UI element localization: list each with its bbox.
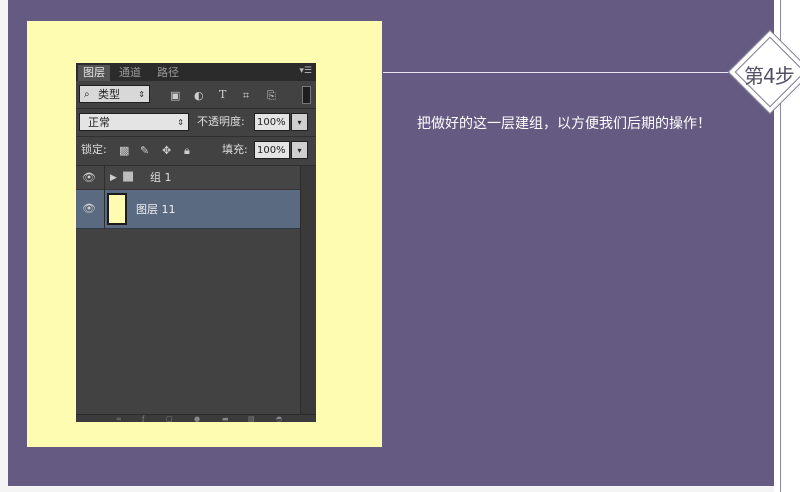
opacity-dropdown-icon[interactable]: ▾ xyxy=(291,113,308,131)
step-description: 把做好的这一层建组，以方便我们后期的操作！ xyxy=(417,116,711,132)
opacity-label: 不透明度: xyxy=(197,115,245,128)
type-filter-icon[interactable]: T xyxy=(219,88,226,102)
lock-label: 锁定: xyxy=(81,143,107,156)
tab-layers[interactable]: 图层 xyxy=(78,65,110,81)
lock-move-icon[interactable]: ✥ xyxy=(162,144,171,158)
eye-icon[interactable]: 👁︎ xyxy=(82,202,96,215)
shape-filter-icon[interactable]: ⌗ xyxy=(243,89,249,103)
eye-icon[interactable]: 👁︎ xyxy=(82,171,96,184)
fill-input[interactable]: 100% xyxy=(254,141,290,159)
adjustment-filter-icon[interactable]: ◐ xyxy=(194,89,204,103)
stepper-arrows-icon: ⇕ xyxy=(138,90,145,99)
blend-row: 正常 ⇕ 不透明度: 100% ▾ xyxy=(76,111,316,135)
blend-mode-select[interactable]: 正常 ⇕ xyxy=(79,113,189,131)
fill-label: 填充: xyxy=(222,143,248,156)
divider xyxy=(76,136,316,137)
delete-icon[interactable]: ◓ xyxy=(276,415,282,422)
lock-pixels-icon[interactable]: ▩ xyxy=(119,144,129,158)
link-icon[interactable]: ∞ xyxy=(116,415,122,422)
blend-mode-value: 正常 xyxy=(88,116,110,129)
visibility-divider xyxy=(104,166,105,190)
fx-icon[interactable]: ƒ xyxy=(142,415,144,422)
fill-dropdown-icon[interactable]: ▾ xyxy=(291,141,308,159)
smart-object-filter-icon[interactable]: ⎘ xyxy=(267,89,276,103)
filter-kind-select[interactable]: ⌕ 类型 ⇕ xyxy=(79,85,150,103)
panel-tabs: 图层 通道 路径 ▾☰ xyxy=(76,63,316,81)
step-label: 第4步 xyxy=(744,64,795,88)
layers-panel: 图层 通道 路径 ▾☰ ⌕ 类型 ⇕ ▣ ◐ T ⌗ ⎘ 正常 ⇕ 不透明度: … xyxy=(76,63,316,422)
mask-icon[interactable]: ▢ xyxy=(166,415,173,422)
layers-scrollbar[interactable] xyxy=(300,166,316,414)
layer-row-selected[interactable]: 👁︎ 图层 11 xyxy=(76,190,300,229)
divider xyxy=(76,108,316,109)
opacity-input[interactable]: 100% xyxy=(254,113,290,131)
new-group-icon[interactable]: ▬ xyxy=(222,415,229,422)
search-icon: ⌕ xyxy=(84,89,90,100)
left-margin xyxy=(0,0,8,492)
filter-toggle[interactable] xyxy=(302,86,311,104)
folder-icon: ■ xyxy=(122,169,135,184)
expand-arrow-icon[interactable]: ▶ xyxy=(110,171,117,185)
layer-thumbnail xyxy=(107,193,127,225)
filter-row: ⌕ 类型 ⇕ ▣ ◐ T ⌗ ⎘ xyxy=(76,83,316,107)
tab-paths[interactable]: 路径 xyxy=(152,65,184,81)
lock-all-icon[interactable]: 🔒︎ xyxy=(184,144,190,158)
layer-name: 组 1 xyxy=(150,171,172,184)
tab-channels[interactable]: 通道 xyxy=(114,65,146,81)
filter-kind-label: 类型 xyxy=(98,88,120,101)
step-connector-line xyxy=(383,72,730,73)
new-layer-icon[interactable]: ▤ xyxy=(248,415,255,422)
layer-name: 图层 11 xyxy=(136,203,176,216)
panel-menu-icon[interactable]: ▾☰ xyxy=(299,66,312,76)
stepper-arrows-icon: ⇕ xyxy=(177,118,184,127)
adjustment-icon[interactable]: ● xyxy=(194,415,200,422)
image-filter-icon[interactable]: ▣ xyxy=(170,89,180,103)
lock-brush-icon[interactable]: ✎ xyxy=(140,144,149,158)
panel-footer: ∞ ƒ ▢ ● ▬ ▤ ◓ xyxy=(76,414,316,422)
bottom-margin xyxy=(0,486,800,492)
visibility-divider xyxy=(104,190,105,229)
layer-row-group[interactable]: 👁︎ ▶ ■ 组 1 xyxy=(76,166,300,190)
lock-row: 锁定: ▩ ✎ ✥ 🔒︎ 填充: 100% ▾ xyxy=(76,139,316,163)
